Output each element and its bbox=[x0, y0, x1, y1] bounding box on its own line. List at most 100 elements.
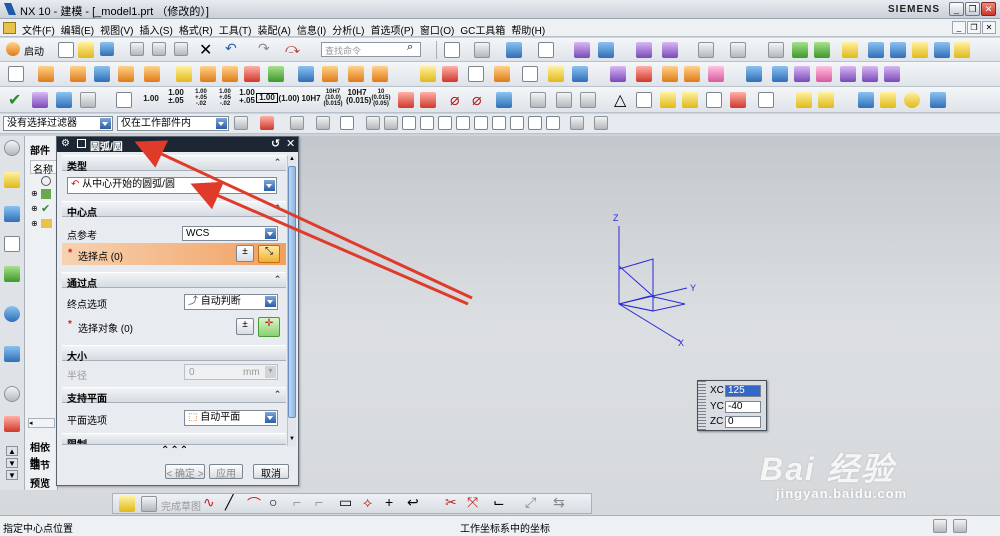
doc-close-button[interactable]: ✕ bbox=[982, 21, 996, 34]
pattern-feature-icon[interactable] bbox=[144, 66, 160, 82]
tolerance-style-button[interactable]: 1.00 bbox=[140, 95, 162, 103]
bolt-icon[interactable] bbox=[858, 92, 874, 108]
sew-icon[interactable] bbox=[816, 66, 832, 82]
drafting-icon[interactable] bbox=[56, 92, 72, 108]
collapse-icon[interactable]: ⌃ bbox=[272, 204, 283, 214]
menu-item[interactable]: GC工具箱 bbox=[460, 19, 511, 37]
resize-blend-icon[interactable] bbox=[684, 66, 700, 82]
revolve-icon[interactable] bbox=[70, 66, 86, 82]
undo-icon[interactable]: ↶ bbox=[225, 40, 237, 57]
washer-icon[interactable] bbox=[904, 92, 920, 108]
quadrant-snap-icon[interactable] bbox=[510, 116, 524, 130]
tolerance-style-button[interactable]: 1.00 +.05 bbox=[236, 89, 258, 105]
gc-tool-2-icon[interactable] bbox=[890, 42, 906, 58]
fillet-icon[interactable]: ⌐ bbox=[293, 494, 301, 510]
restore-button[interactable]: ❐ bbox=[965, 2, 980, 16]
status-icon-2[interactable] bbox=[953, 519, 967, 533]
triangle-icon[interactable]: △ bbox=[614, 90, 626, 110]
close-button[interactable]: ✕ bbox=[981, 2, 996, 16]
hole-icon[interactable] bbox=[94, 66, 110, 82]
subtract-icon[interactable] bbox=[222, 66, 238, 82]
scroll-up-icon[interactable]: ▲ bbox=[288, 156, 296, 164]
through-curves-icon[interactable] bbox=[548, 66, 564, 82]
limit-section-header[interactable]: 限制 bbox=[62, 433, 286, 445]
finish-sketch-button[interactable]: 完成草图 bbox=[161, 498, 201, 513]
edge-blend-icon[interactable] bbox=[322, 66, 338, 82]
ruler-icon[interactable] bbox=[398, 92, 414, 108]
constraint-navigator-icon[interactable] bbox=[4, 206, 20, 222]
edge-style-icon[interactable] bbox=[556, 92, 572, 108]
datum-feature-icon[interactable] bbox=[682, 92, 698, 108]
support-plane-section-header[interactable]: 支持平面 ⌃ bbox=[62, 387, 286, 405]
arc-command-icon[interactable]: ⤼ bbox=[285, 40, 300, 57]
inferred-point-button[interactable]: ⤡ bbox=[258, 245, 280, 263]
zc-input[interactable]: 0 bbox=[725, 416, 761, 428]
cancel-button[interactable]: 取消 bbox=[253, 464, 289, 480]
thicken-icon[interactable] bbox=[862, 66, 878, 82]
deselect-icon[interactable] bbox=[316, 116, 330, 130]
fit-view-icon[interactable] bbox=[444, 42, 460, 58]
menu-item[interactable]: 装配(A) bbox=[257, 19, 296, 37]
show-hide-icon[interactable] bbox=[662, 42, 678, 58]
move-face-icon[interactable] bbox=[610, 66, 626, 82]
arc-icon[interactable]: ⌒ bbox=[247, 494, 261, 514]
sketch-icon[interactable] bbox=[8, 66, 24, 82]
extrude-icon[interactable] bbox=[38, 66, 54, 82]
select-all-icon[interactable] bbox=[290, 116, 304, 130]
tolerance-style-button[interactable]: 1.00 +.05 -.02 bbox=[190, 89, 212, 107]
search-icon[interactable]: ⌕ bbox=[407, 41, 413, 54]
table-icon[interactable] bbox=[636, 92, 652, 108]
cut-icon[interactable] bbox=[130, 42, 144, 56]
paste-icon[interactable] bbox=[174, 42, 188, 56]
tolerance-style-button[interactable]: 1.00 ±.05 bbox=[165, 89, 187, 105]
tolerance-style-button[interactable]: 1.00 bbox=[256, 93, 278, 103]
layer-settings-icon[interactable] bbox=[792, 42, 808, 58]
sketch-finish-flag-icon[interactable] bbox=[119, 496, 135, 512]
studio-surface-icon[interactable] bbox=[746, 66, 762, 82]
gdt-icon[interactable] bbox=[660, 92, 676, 108]
diameter-icon[interactable]: ⌀ bbox=[450, 90, 460, 110]
bounded-grid-snap-icon[interactable] bbox=[594, 116, 608, 130]
expand-icon[interactable]: ⊕ bbox=[31, 219, 38, 228]
collapse-icon[interactable]: ⌃ bbox=[272, 158, 283, 168]
polygon-icon[interactable]: ⟡ bbox=[363, 494, 372, 511]
lead-arrow-icon[interactable] bbox=[496, 92, 512, 108]
menu-item[interactable]: 首选项(P) bbox=[371, 19, 420, 37]
web-browser-icon[interactable] bbox=[4, 306, 20, 322]
history-icon[interactable] bbox=[4, 346, 20, 362]
yc-input[interactable]: -40 bbox=[725, 401, 761, 413]
expand-icon[interactable]: ⊕ bbox=[31, 204, 38, 213]
xc-input[interactable]: 125 bbox=[725, 385, 761, 397]
profile-icon[interactable]: ∿ bbox=[203, 494, 215, 511]
pmi-icon[interactable] bbox=[32, 92, 48, 108]
block-icon[interactable] bbox=[118, 66, 134, 82]
intersect-icon[interactable] bbox=[244, 66, 260, 82]
dialog-title-bar[interactable]: ⚙ 圆弧/圆 ↺ ✕ bbox=[57, 137, 298, 153]
command-search-input[interactable]: 查找命令 bbox=[321, 42, 421, 57]
shell-icon[interactable] bbox=[372, 66, 388, 82]
draft-icon[interactable] bbox=[420, 66, 436, 82]
measure-distance-icon[interactable] bbox=[730, 42, 746, 58]
start-menu-button[interactable]: 启动 bbox=[24, 43, 44, 58]
collapse-icon[interactable]: ⌃ bbox=[272, 275, 283, 285]
gc-tool-4-icon[interactable] bbox=[934, 42, 950, 58]
copy-icon[interactable] bbox=[152, 42, 166, 56]
tolerance-style-button[interactable]: 1.00 +.05 -.02 bbox=[214, 89, 236, 107]
x-form-icon[interactable] bbox=[884, 66, 900, 82]
move-object-icon[interactable] bbox=[598, 42, 614, 58]
mirror-feature-icon[interactable] bbox=[176, 66, 192, 82]
scroll-end-icon[interactable]: ▼ bbox=[6, 470, 18, 480]
preview-tab[interactable]: 预览 bbox=[30, 475, 50, 490]
end-option-select[interactable]: ⤴ 自动判断 bbox=[184, 294, 278, 310]
face-select-icon[interactable] bbox=[384, 116, 398, 130]
through-section-header[interactable]: 通过点 ⌃ bbox=[62, 272, 286, 290]
wcs-icon[interactable] bbox=[698, 42, 714, 58]
doc-restore-button[interactable]: ❐ bbox=[967, 21, 981, 34]
tolerance-style-button[interactable]: 10H7 (0.015) bbox=[346, 89, 371, 105]
circle-icon[interactable]: ○ bbox=[269, 494, 277, 510]
scroll-down-icon[interactable]: ▼ bbox=[288, 436, 296, 444]
point-icon[interactable]: + bbox=[385, 494, 393, 510]
corner-icon[interactable]: ⌙ bbox=[493, 494, 505, 511]
endpoint-snap-icon[interactable] bbox=[420, 116, 434, 130]
new-file-icon[interactable] bbox=[58, 42, 74, 58]
